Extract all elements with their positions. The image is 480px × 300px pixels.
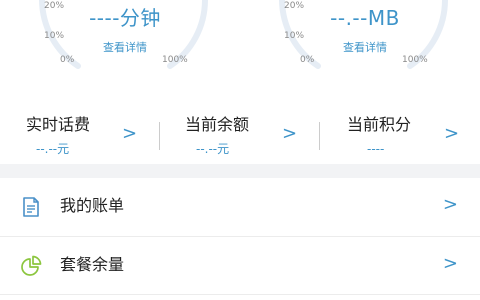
tick-label-10: 10% xyxy=(44,31,65,41)
pie-chart-icon xyxy=(21,255,42,276)
divider xyxy=(0,294,480,295)
menu-item-plan-balance[interactable]: 套餐余量 > xyxy=(0,237,480,295)
call-minutes-gauge[interactable]: 20% 10% 0% 100% ----分钟 查看详情 xyxy=(0,0,240,90)
section-separator xyxy=(0,164,480,178)
menu-item-label: 套餐余量 xyxy=(60,255,125,274)
gauge-value: --.--MB xyxy=(330,6,400,30)
view-details-link[interactable]: 查看详情 xyxy=(55,42,195,54)
stat-value: ---- xyxy=(367,142,385,156)
stat-current-points[interactable]: 当前积分 ---- > xyxy=(320,108,480,164)
data-usage-gauge[interactable]: 20% 10% 0% 100% --.--MB 查看详情 xyxy=(240,0,480,90)
chevron-right-icon: > xyxy=(442,194,458,215)
tick-label-0: 0% xyxy=(60,55,75,65)
chevron-right-icon: > xyxy=(122,123,138,144)
menu-item-my-bill[interactable]: 我的账单 > xyxy=(0,178,480,236)
account-stats: 实时话费 --.--元 > 当前余额 --.--元 > 当前积分 ---- > xyxy=(0,108,480,164)
stat-label: 当前余额 xyxy=(185,115,250,134)
stat-current-balance[interactable]: 当前余额 --.--元 > xyxy=(160,108,320,164)
stat-label: 实时话费 xyxy=(26,115,91,134)
bill-document-icon xyxy=(23,197,39,217)
chevron-right-icon: > xyxy=(444,123,460,144)
stat-value: --.--元 xyxy=(36,142,70,156)
chevron-right-icon: > xyxy=(282,123,298,144)
tick-label-10: 10% xyxy=(284,31,305,41)
tick-label-100: 100% xyxy=(402,55,428,65)
stat-realtime-charges[interactable]: 实时话费 --.--元 > xyxy=(0,108,160,164)
stat-label: 当前积分 xyxy=(347,115,412,134)
stat-value: --.--元 xyxy=(196,142,230,156)
tick-label-0: 0% xyxy=(300,55,315,65)
view-details-link[interactable]: 查看详情 xyxy=(295,42,435,54)
chevron-right-icon: > xyxy=(442,253,458,274)
gauge-value: ----分钟 xyxy=(89,6,161,30)
tick-label-100: 100% xyxy=(162,55,188,65)
menu-item-label: 我的账单 xyxy=(60,196,125,215)
